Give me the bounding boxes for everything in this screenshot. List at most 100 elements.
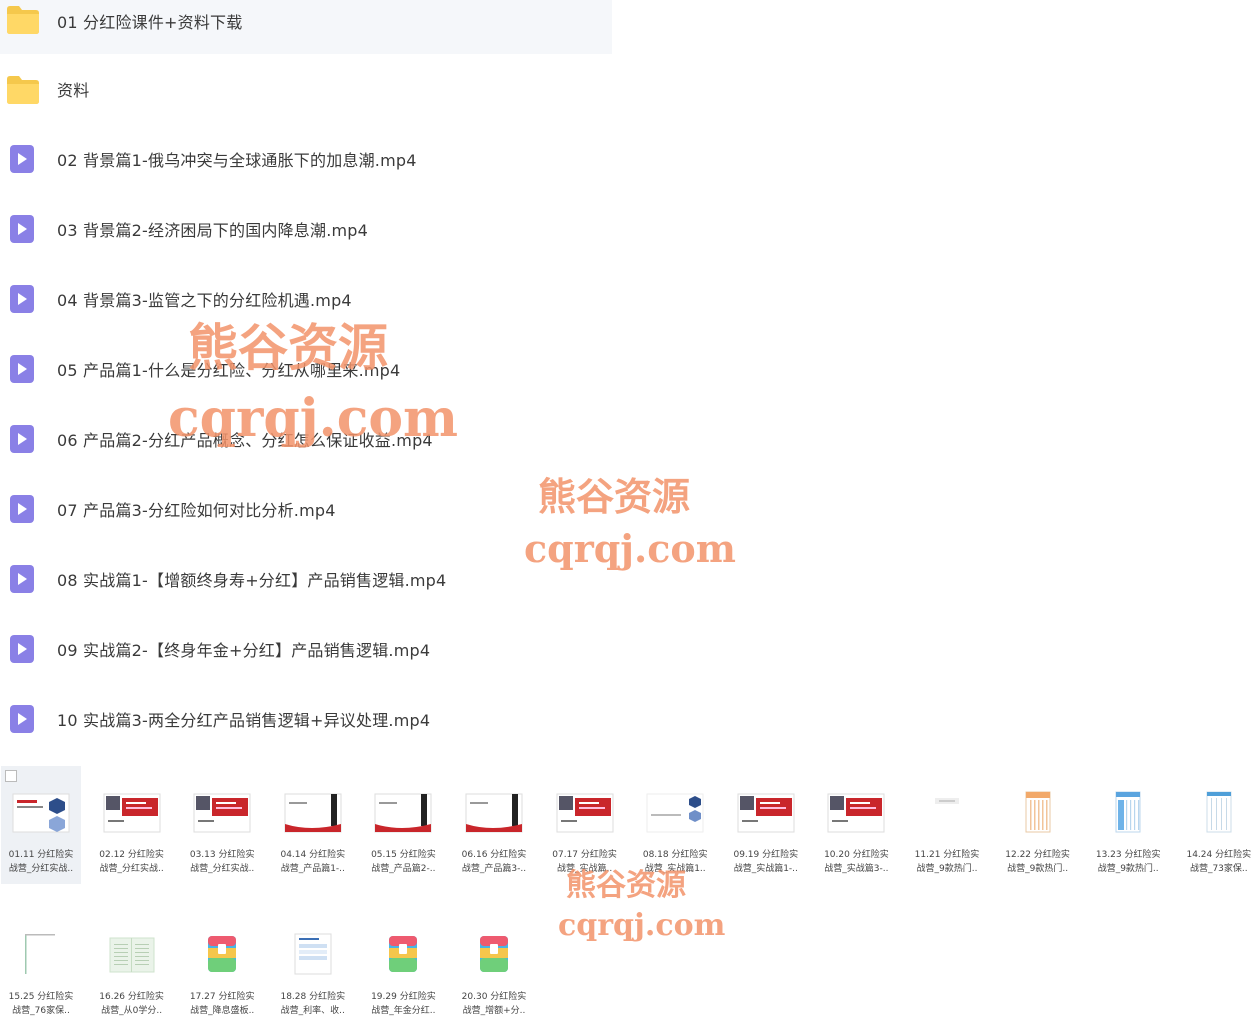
file-name: 09 实战篇2-【终身年金+分红】产品销售逻辑.mp4 [57, 641, 431, 660]
video-file-row[interactable]: 05 产品篇1-什么是分红险、分红从哪里来.mp4 [0, 338, 612, 400]
file-thumbnail[interactable]: 08.18 分红险实 战营_实战篇1.. [635, 766, 715, 884]
thumbnail-caption-line2: 战营_年金分红.. [371, 1006, 436, 1016]
thumbnail-caption-line1: 02.12 分红险实 [99, 850, 164, 860]
thumbnail-preview [915, 788, 979, 840]
video-file-icon [6, 353, 40, 385]
thumbnail-preview [371, 930, 435, 982]
thumbnail-caption-line2: 战营_产品篇3-.. [461, 864, 527, 874]
thumbnail-caption-line2: 战营_产品篇2-.. [371, 864, 436, 874]
thumbnail-preview [371, 788, 435, 840]
file-thumbnail[interactable]: 11.21 分红险实 战营_9款热门.. [907, 766, 987, 884]
file-thumbnail[interactable]: 19.29 分红险实 战营_年金分红.. [363, 908, 443, 1026]
thumbnail-preview [462, 930, 526, 982]
file-list: 01 分红险课件+资料下载 资料 02 背景篇1-俄乌冲突与全球通胀下的加息潮.… [0, 0, 612, 752]
thumbnail-preview [553, 788, 617, 840]
file-thumbnail[interactable]: 01.11 分红险实 战营_分红实战.. [1, 766, 81, 884]
thumbnail-caption-line1: 15.25 分红险实 [8, 992, 74, 1002]
folder-icon [6, 3, 40, 35]
file-name: 08 实战篇1-【增额终身寿+分红】产品销售逻辑.mp4 [57, 571, 447, 590]
thumbnail-caption-line1: 08.18 分红险实 [642, 850, 708, 860]
thumbnail-preview [462, 788, 526, 840]
thumbnail-caption-line1: 04.14 分红险实 [280, 850, 346, 860]
file-thumbnail[interactable]: 20.30 分红险实 战营_增额+分.. [454, 908, 534, 1026]
thumbnail-preview [9, 788, 73, 840]
file-thumbnail[interactable]: 02.12 分红险实 战营_分红实战.. [92, 766, 172, 884]
file-name: 03 背景篇2-经济困局下的国内降息潮.mp4 [57, 221, 369, 240]
video-file-row[interactable]: 07 产品篇3-分红险如何对比分析.mp4 [0, 478, 612, 540]
file-thumbnail[interactable]: 03.13 分红险实 战营_分红实战.. [182, 766, 262, 884]
file-name: 07 产品篇3-分红险如何对比分析.mp4 [57, 501, 336, 520]
file-thumbnail[interactable]: 13.23 分红险实 战营_9款热门.. [1088, 766, 1168, 884]
file-thumbnail[interactable]: 09.19 分红险实 战营_实战篇1-.. [726, 766, 806, 884]
video-file-row[interactable]: 04 背景篇3-监管之下的分红险机遇.mp4 [0, 268, 612, 330]
thumbnail-preview [190, 930, 254, 982]
file-name: 04 背景篇3-监管之下的分红险机遇.mp4 [57, 291, 352, 310]
thumbnail-caption-line2: 战营_分红实战.. [99, 864, 164, 874]
file-name: 10 实战篇3-两全分红产品销售逻辑+异议处理.mp4 [57, 711, 431, 730]
folder-row[interactable]: 01 分红险课件+资料下载 [0, 0, 612, 54]
thumbnail-preview [9, 930, 73, 982]
video-file-icon [6, 493, 40, 525]
thumbnail-caption-line1: 16.26 分红险实 [99, 992, 164, 1002]
thumbnail-caption-line1: 09.19 分红险实 [733, 850, 799, 860]
thumbnail-caption-line2: 战营_产品篇1-.. [280, 864, 345, 874]
thumbnail-preview [734, 788, 798, 840]
thumbnail-caption-line2: 战营_分红实战.. [8, 864, 74, 874]
thumbnail-caption-line2: 战营_9款热门.. [1007, 864, 1069, 874]
thumbnail-caption-line2: 战营_利率、收.. [280, 1006, 345, 1016]
video-file-icon [6, 213, 40, 245]
thumbnail-caption-line1: 11.21 分红险实 [914, 850, 980, 860]
thumbnail-caption-line2: 战营_实战篇3-.. [824, 864, 889, 874]
thumbnail-preview [1096, 788, 1160, 840]
thumbnail-preview [281, 930, 345, 982]
thumbnail-caption-line1: 13.23 分红险实 [1095, 850, 1161, 860]
thumbnail-caption-line2: 战营_分红实战.. [190, 864, 255, 874]
thumbnail-caption-line1: 18.28 分红险实 [280, 992, 346, 1002]
file-thumbnail[interactable]: 15.25 分红险实 战营_76家保.. [1, 908, 81, 1026]
folder-icon [6, 73, 40, 105]
thumbnail-preview [190, 788, 254, 840]
file-thumbnail[interactable]: 05.15 分红险实 战营_产品篇2-.. [363, 766, 443, 884]
video-file-row[interactable]: 06 产品篇2-分红产品概念、分红怎么保证收益.mp4 [0, 408, 612, 470]
file-thumbnail[interactable]: 07.17 分红险实 战营_实战篇.. [545, 766, 625, 884]
file-name: 05 产品篇1-什么是分红险、分红从哪里来.mp4 [57, 361, 401, 380]
video-file-row[interactable]: 02 背景篇1-俄乌冲突与全球通胀下的加息潮.mp4 [0, 128, 612, 190]
file-thumbnail[interactable]: 10.20 分红险实 战营_实战篇3-.. [816, 766, 896, 884]
video-file-icon [6, 423, 40, 455]
thumbnail-caption-line2: 战营_实战篇1-.. [733, 864, 798, 874]
file-thumbnail[interactable]: 18.28 分红险实 战营_利率、收.. [273, 908, 353, 1026]
file-thumbnail[interactable]: 06.16 分红险实 战营_产品篇3-.. [454, 766, 534, 884]
thumbnail-preview [100, 788, 164, 840]
select-checkbox[interactable] [5, 770, 17, 782]
video-file-row[interactable]: 08 实战篇1-【增额终身寿+分红】产品销售逻辑.mp4 [0, 548, 612, 610]
video-file-row[interactable]: 03 背景篇2-经济困局下的国内降息潮.mp4 [0, 198, 612, 260]
thumbnail-grid: 01.11 分红险实 战营_分红实战.. 02.12 分红险实 战营_分红实战.. … [0, 766, 1252, 1026]
video-file-row[interactable]: 09 实战篇2-【终身年金+分红】产品销售逻辑.mp4 [0, 618, 612, 680]
video-file-icon [6, 563, 40, 595]
file-name: 06 产品篇2-分红产品概念、分红怎么保证收益.mp4 [57, 431, 433, 450]
file-thumbnail[interactable]: 16.26 分红险实 战营_从0学分.. [92, 908, 172, 1026]
thumbnail-caption-line2: 战营_9款热门.. [1097, 864, 1159, 874]
thumbnail-preview [643, 788, 707, 840]
thumbnail-preview [1006, 788, 1070, 840]
file-name: 资料 [57, 81, 90, 100]
thumbnail-caption-line2: 战营_增额+分.. [462, 1006, 526, 1016]
file-thumbnail[interactable]: 12.22 分红险实 战营_9款热门.. [998, 766, 1078, 884]
file-thumbnail[interactable]: 14.24 分红险实 战营_73家保.. [1179, 766, 1252, 884]
folder-row[interactable]: 资料 [0, 58, 612, 120]
file-name: 02 背景篇1-俄乌冲突与全球通胀下的加息潮.mp4 [57, 151, 417, 170]
thumbnail-caption-line1: 01.11 分红险实 [8, 850, 74, 860]
video-file-icon [6, 703, 40, 735]
thumbnail-preview [281, 788, 345, 840]
file-name: 01 分红险课件+资料下载 [57, 13, 243, 32]
video-file-row[interactable]: 10 实战篇3-两全分红产品销售逻辑+异议处理.mp4 [0, 688, 612, 750]
thumbnail-caption-line1: 14.24 分红险实 [1186, 850, 1252, 860]
file-thumbnail[interactable]: 17.27 分红险实 战营_降息盛板.. [182, 908, 262, 1026]
thumbnail-caption-line1: 03.13 分红险实 [189, 850, 255, 860]
video-file-icon [6, 143, 40, 175]
thumbnail-caption-line1: 17.27 分红险实 [189, 992, 255, 1002]
thumbnail-caption-line1: 07.17 分红险实 [552, 850, 617, 860]
video-file-icon [6, 633, 40, 665]
thumbnail-preview [1187, 788, 1251, 840]
file-thumbnail[interactable]: 04.14 分红险实 战营_产品篇1-.. [273, 766, 353, 884]
